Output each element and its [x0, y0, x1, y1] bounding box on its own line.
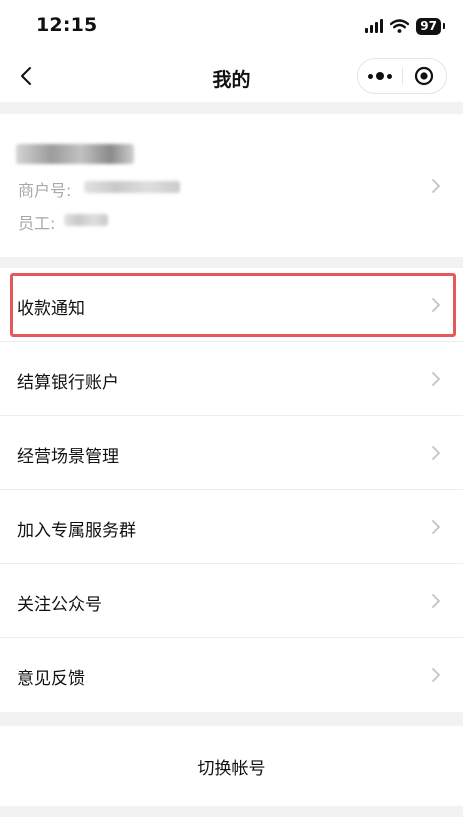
merchant-id-row: 商户号:	[18, 177, 71, 201]
battery-icon: 97	[416, 17, 445, 35]
merchant-id-value-blurred	[84, 181, 180, 193]
mini-program-capsule	[357, 58, 447, 94]
nav-bar: 我的	[0, 50, 463, 102]
chevron-right-icon	[432, 520, 440, 534]
wifi-icon	[390, 19, 410, 33]
menu-item-business-scene-management[interactable]: 经营场景管理	[0, 416, 463, 490]
chevron-right-icon	[432, 179, 440, 193]
employee-row: 员工:	[18, 210, 55, 234]
menu-item-payment-notice[interactable]: 收款通知	[0, 268, 463, 342]
menu-item-settlement-bank-account[interactable]: 结算银行账户	[0, 342, 463, 416]
status-time: 12:15	[36, 14, 98, 36]
menu-item-label: 意见反馈	[17, 669, 85, 689]
menu-item-label: 加入专属服务群	[17, 521, 136, 541]
chevron-right-icon	[432, 372, 440, 386]
menu-list: 收款通知 结算银行账户 经营场景管理 加入专属服务群 关注公众号 意见反馈	[0, 268, 463, 712]
status-icons: 97	[365, 16, 445, 36]
chevron-right-icon	[432, 668, 440, 682]
close-button[interactable]	[403, 59, 447, 93]
merchant-id-label: 商户号:	[18, 181, 72, 200]
status-bar: 12:15 97	[0, 0, 463, 50]
merchant-name-blurred	[16, 144, 134, 164]
menu-item-label: 收款通知	[17, 299, 85, 319]
menu-item-join-service-group[interactable]: 加入专属服务群	[0, 490, 463, 564]
more-dots-icon	[367, 72, 392, 80]
chevron-right-icon	[432, 298, 440, 312]
more-button[interactable]	[358, 59, 402, 93]
signal-icon	[365, 19, 384, 33]
menu-item-label: 经营场景管理	[17, 447, 119, 467]
menu-item-label: 结算银行账户	[17, 373, 119, 393]
chevron-right-icon	[432, 594, 440, 608]
menu-item-follow-official-account[interactable]: 关注公众号	[0, 564, 463, 638]
employee-label: 员工:	[18, 214, 56, 233]
close-target-icon	[415, 66, 434, 86]
chevron-right-icon	[432, 446, 440, 460]
menu-item-label: 关注公众号	[17, 595, 102, 615]
employee-value-blurred	[64, 214, 108, 226]
menu-item-feedback[interactable]: 意见反馈	[0, 638, 463, 712]
switch-account-button[interactable]: 切换帐号	[0, 726, 463, 806]
